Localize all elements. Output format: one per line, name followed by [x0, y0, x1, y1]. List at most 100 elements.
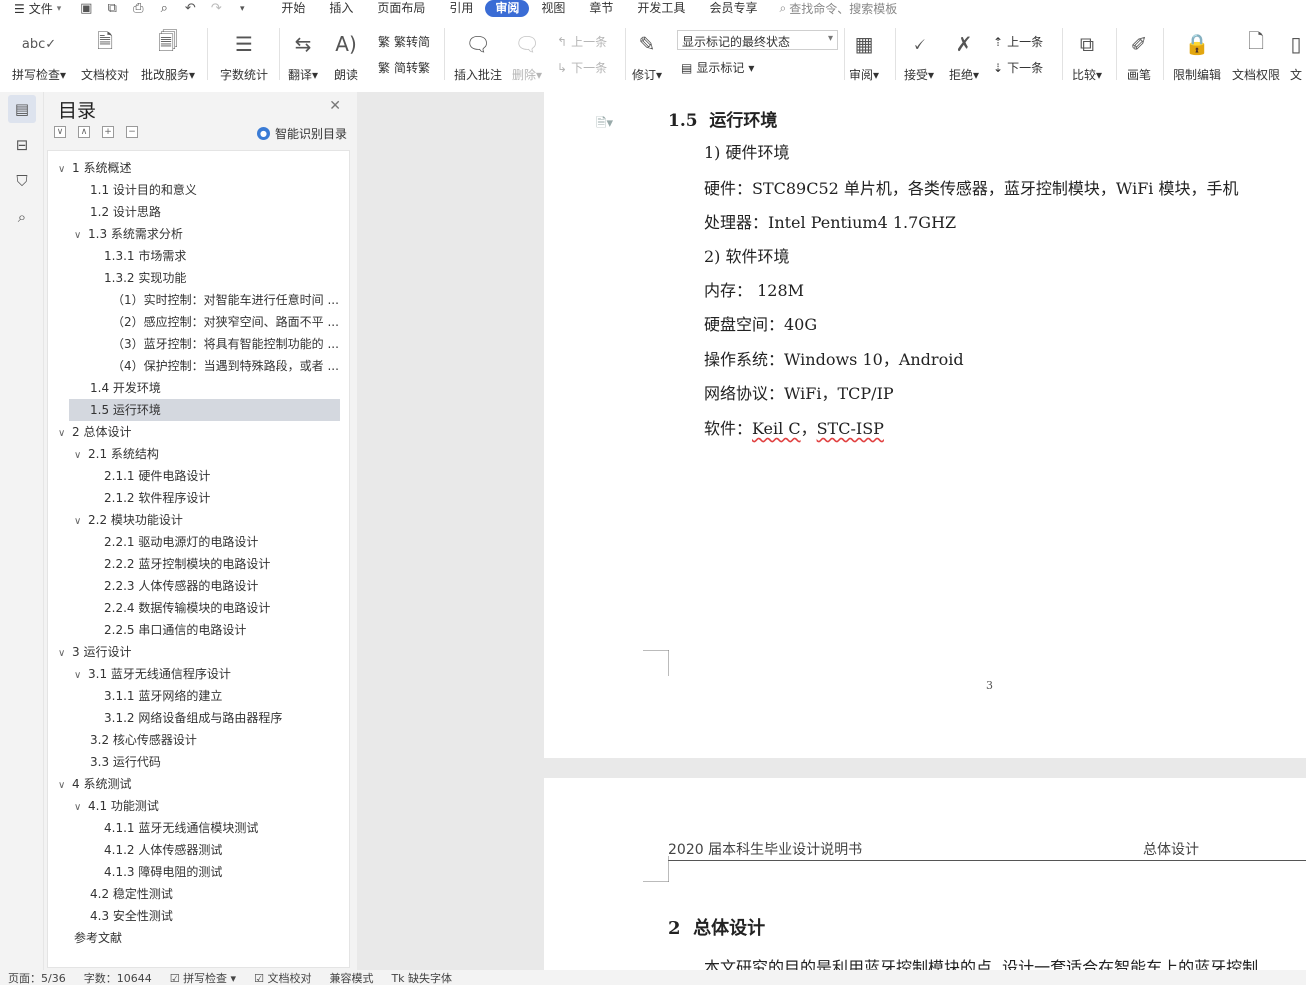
review-service-button[interactable]: 🗐 批改服务▾: [141, 28, 195, 83]
chevron-down-icon[interactable]: ∨: [74, 445, 88, 465]
command-search[interactable]: ⌕ 查找命令、搜索模板: [779, 0, 897, 17]
chevron-down-icon[interactable]: ∨: [74, 511, 88, 531]
doc-permission-button[interactable]: 🗋 文档权限: [1232, 28, 1280, 83]
collapse-all-icon[interactable]: ∨: [54, 126, 66, 138]
tab-item[interactable]: 页面布局: [365, 0, 437, 17]
markup-state-select[interactable]: 显示标记的最终状态: [677, 30, 838, 50]
toc-item[interactable]: 4.1.2 人体传感器测试: [48, 839, 348, 861]
chevron-down-icon[interactable]: ∨: [58, 423, 72, 443]
reject-button[interactable]: ✗ 拒绝▾: [949, 28, 979, 83]
paragraph-options-icon[interactable]: 🗎▾: [596, 114, 613, 136]
tab-item[interactable]: 视图: [529, 0, 577, 17]
next-change-button[interactable]: ⇣ 下一条: [993, 59, 1043, 76]
toc-item[interactable]: 1.4 开发环境: [48, 377, 348, 399]
read-aloud-button[interactable]: A) 朗读: [334, 28, 358, 83]
toc-item[interactable]: 4.1.1 蓝牙无线通信模块测试: [48, 817, 348, 839]
restrict-editing-button[interactable]: 🔒 限制编辑: [1173, 28, 1221, 83]
trad-to-simp-button[interactable]: 繁繁转简: [378, 33, 430, 50]
toc-item[interactable]: 2.1.2 软件程序设计: [48, 487, 348, 509]
spell-check-button[interactable]: abc✓ 拼写检查▾: [12, 28, 66, 83]
navigation-icon[interactable]: ⊟: [8, 131, 36, 159]
toc-item[interactable]: 2.2.1 驱动电源灯的电路设计: [48, 531, 348, 553]
toc-icon[interactable]: ▤: [8, 95, 36, 123]
export-icon[interactable]: ⧉: [103, 1, 121, 16]
redo-icon[interactable]: ↷: [207, 1, 225, 16]
spell-check-status[interactable]: ☑ 拼写检查 ▾: [170, 970, 236, 985]
next-comment-button[interactable]: ↳ 下一条: [557, 59, 607, 76]
print-icon[interactable]: ⎙: [129, 1, 147, 16]
toc-item[interactable]: ∨ 4.1 功能测试: [48, 795, 348, 817]
tab-item[interactable]: 开始: [269, 0, 317, 17]
toc-item[interactable]: 参考文献: [48, 927, 348, 949]
toc-item[interactable]: ∨ 1.3 系统需求分析: [48, 223, 348, 245]
expand-all-icon[interactable]: ∧: [78, 126, 90, 138]
tab-item[interactable]: 开发工具: [625, 0, 697, 17]
smart-toc-button[interactable]: ● 智能识别目录: [256, 125, 347, 142]
document-area[interactable]: 🗎▾ 1.5 运行环境 1) 硬件环境 硬件：STC89C52 单片机，各类传感器…: [357, 92, 1306, 970]
tab-item[interactable]: 审阅: [485, 0, 530, 17]
toc-item[interactable]: ∨ 4 系统测试: [48, 773, 348, 795]
toc-item[interactable]: （2）感应控制：对狭窄空间、路面不平 ...: [48, 311, 348, 333]
prev-change-button[interactable]: ⇡ 上一条: [993, 33, 1043, 50]
toc-item[interactable]: 2.2.4 数据传输模块的电路设计: [48, 597, 348, 619]
pen-button[interactable]: ✐ 画笔: [1127, 28, 1151, 83]
toc-item[interactable]: 1.5 运行环境: [69, 399, 340, 421]
toc-item[interactable]: 2.1.1 硬件电路设计: [48, 465, 348, 487]
undo-icon[interactable]: ↶: [181, 1, 199, 16]
review-pane-button[interactable]: ▦ 审阅▾: [849, 28, 879, 83]
more-button[interactable]: ▯ 文: [1290, 28, 1302, 83]
show-markup-button[interactable]: ▤ 显示标记 ▾: [681, 59, 754, 76]
chevron-down-icon[interactable]: ∨: [58, 775, 72, 795]
toc-item[interactable]: 4.1.3 障碍电阻的测试: [48, 861, 348, 883]
track-changes-button[interactable]: ✎ 修订▾: [632, 28, 662, 83]
delete-comment-button[interactable]: 🗨 删除▾: [512, 28, 542, 83]
missing-font-status[interactable]: Tk 缺失字体: [391, 970, 452, 985]
bookmark-icon[interactable]: ⛉: [8, 167, 36, 195]
toc-item[interactable]: 3.1.2 网络设备组成与路由器程序: [48, 707, 348, 729]
file-menu[interactable]: ☰ 文件 ▾: [0, 0, 71, 17]
toc-item[interactable]: ∨ 3 运行设计: [48, 641, 348, 663]
toc-item[interactable]: 1.3.1 市场需求: [48, 245, 348, 267]
insert-comment-button[interactable]: 🗨 插入批注: [454, 28, 502, 83]
toc-item[interactable]: 3.2 核心传感器设计: [48, 729, 348, 751]
toc-item[interactable]: 1.3.2 实现功能: [48, 267, 348, 289]
toc-item[interactable]: 4.3 安全性测试: [48, 905, 348, 927]
compare-button[interactable]: ⧉ 比较▾: [1072, 28, 1102, 83]
chevron-down-icon[interactable]: ∨: [58, 643, 72, 663]
toc-item[interactable]: 3.1.1 蓝牙网络的建立: [48, 685, 348, 707]
doc-check-button[interactable]: 🗎 文档校对: [81, 28, 129, 83]
word-count-indicator[interactable]: 字数：10644: [84, 970, 152, 985]
tab-item[interactable]: 会员专享: [697, 0, 769, 17]
chevron-down-icon[interactable]: ∨: [74, 665, 88, 685]
toc-item[interactable]: ∨ 2.1 系统结构: [48, 443, 348, 465]
word-count-button[interactable]: ☰ 字数统计: [220, 28, 268, 83]
add-item-icon[interactable]: +: [102, 126, 114, 138]
toc-item[interactable]: 2.2.5 串口通信的电路设计: [48, 619, 348, 641]
remove-item-icon[interactable]: −: [126, 126, 138, 138]
toc-item[interactable]: （1）实时控制：对智能车进行任意时间 ...: [48, 289, 348, 311]
toc-item[interactable]: 4.2 稳定性测试: [48, 883, 348, 905]
toc-item[interactable]: ∨ 1 系统概述: [48, 157, 348, 179]
chevron-down-icon[interactable]: ∨: [58, 159, 72, 179]
accept-button[interactable]: 🗸 接受▾: [904, 28, 934, 83]
doc-check-status[interactable]: ☑ 文档校对: [254, 970, 311, 985]
toc-item[interactable]: 1.1 设计目的和意义: [48, 179, 348, 201]
simp-to-trad-button[interactable]: 繁简转繁: [378, 59, 430, 76]
toc-item[interactable]: 2.2.2 蓝牙控制模块的电路设计: [48, 553, 348, 575]
toc-item[interactable]: ∨ 2.2 模块功能设计: [48, 509, 348, 531]
page-indicator[interactable]: 页面：5/36: [8, 970, 66, 985]
document-page[interactable]: 2020 届本科生毕业设计说明书 总体设计 2 总体设计 本文研究的目的是利用蓝…: [544, 778, 1306, 970]
document-page[interactable]: 🗎▾ 1.5 运行环境 1) 硬件环境 硬件：STC89C52 单片机，各类传感器…: [544, 92, 1306, 758]
translate-button[interactable]: ⇆ 翻译▾: [288, 28, 318, 83]
customize-icon[interactable]: ▾: [233, 4, 251, 14]
save-icon[interactable]: ▣: [77, 1, 95, 16]
prev-comment-button[interactable]: ↰ 上一条: [557, 33, 607, 50]
close-icon[interactable]: ✕: [329, 98, 341, 114]
search-icon[interactable]: ⌕: [8, 203, 36, 231]
toc-item[interactable]: （3）蓝牙控制：将具有智能控制功能的 ...: [48, 333, 348, 355]
chevron-down-icon[interactable]: ∨: [74, 797, 88, 817]
toc-item[interactable]: 1.2 设计思路: [48, 201, 348, 223]
tab-item[interactable]: 插入: [317, 0, 365, 17]
toc-item[interactable]: 2.2.3 人体传感器的电路设计: [48, 575, 348, 597]
toc-item[interactable]: ∨ 3.1 蓝牙无线通信程序设计: [48, 663, 348, 685]
